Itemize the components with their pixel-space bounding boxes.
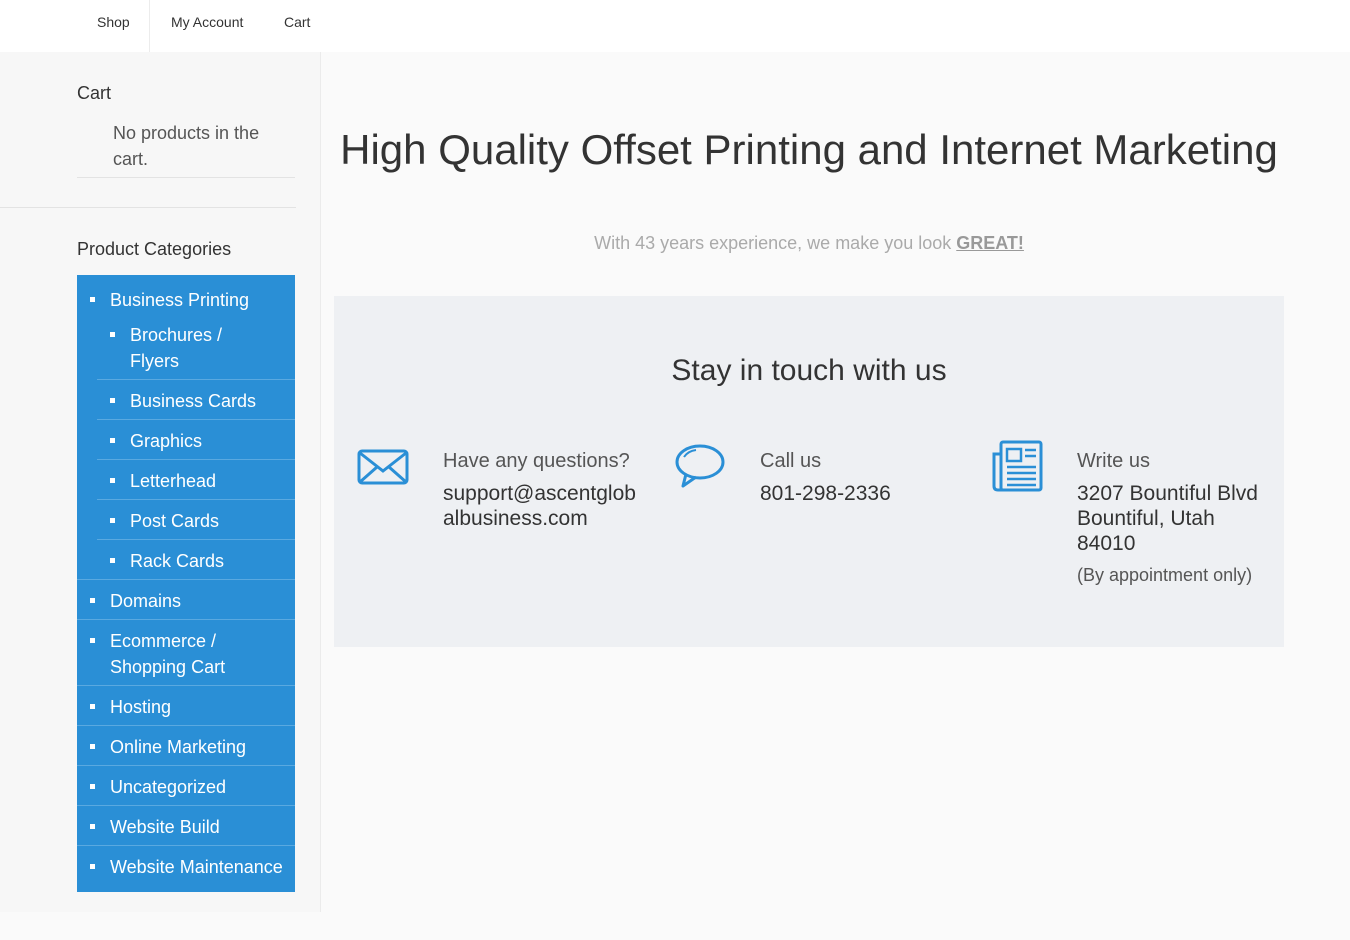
envelope-icon: [357, 449, 409, 485]
category-divider: [97, 419, 295, 420]
category-hosting[interactable]: Hosting: [110, 694, 171, 720]
sidebar: Cart No products in the cart. Product Ca…: [0, 52, 321, 912]
category-rack-cards[interactable]: Rack Cards: [130, 548, 224, 574]
address-line-3: 84010: [1077, 532, 1136, 555]
category-divider: [77, 579, 295, 580]
newspaper-icon: [992, 440, 1043, 492]
list-bullet: [90, 598, 95, 603]
category-divider: [97, 379, 295, 380]
top-navigation: Shop My Account Cart: [0, 0, 1350, 52]
nav-cart-link[interactable]: Cart: [284, 14, 310, 30]
category-divider: [77, 765, 295, 766]
list-bullet: [90, 864, 95, 869]
category-divider: [97, 539, 295, 540]
category-website-maintenance[interactable]: Website Maintenance: [110, 854, 283, 880]
category-graphics[interactable]: Graphics: [130, 428, 202, 454]
address-note: (By appointment only): [1077, 565, 1253, 585]
list-bullet: [110, 558, 115, 563]
category-website-build[interactable]: Website Build: [110, 814, 220, 840]
hero-subtitle-highlight: GREAT!: [956, 233, 1024, 253]
category-divider: [77, 845, 295, 846]
category-divider: [77, 685, 295, 686]
list-bullet: [110, 438, 115, 443]
category-business-printing[interactable]: Business Printing: [110, 287, 249, 313]
hero-title: High Quality Offset Printing and Interne…: [340, 126, 1278, 173]
list-bullet: [90, 638, 95, 643]
category-divider: [77, 725, 295, 726]
nav-my-account-link[interactable]: My Account: [171, 14, 243, 30]
contact-panel: Stay in touch with us Have any questions…: [334, 296, 1284, 647]
list-bullet: [90, 297, 95, 302]
list-bullet: [110, 398, 115, 403]
category-list: Business Printing Brochures / Flyers Bus…: [77, 275, 295, 892]
category-divider: [77, 805, 295, 806]
email-label: Have any questions?: [443, 450, 630, 472]
phone-link[interactable]: 801-298-2336: [760, 481, 891, 506]
address-line-2: Bountiful, Utah: [1077, 507, 1215, 530]
widget-divider: [0, 207, 296, 208]
categories-widget-title: Product Categories: [77, 239, 232, 259]
list-bullet: [110, 478, 115, 483]
category-online-marketing[interactable]: Online Marketing: [110, 734, 246, 760]
category-uncategorized[interactable]: Uncategorized: [110, 774, 226, 800]
category-business-cards[interactable]: Business Cards: [130, 388, 256, 414]
phone-label: Call us: [760, 450, 822, 472]
category-divider: [97, 459, 295, 460]
address-line-1: 3207 Bountiful Blvd: [1077, 482, 1258, 505]
cart-divider: [77, 177, 295, 178]
list-bullet: [110, 332, 115, 337]
list-bullet: [90, 704, 95, 709]
hero-subtitle-text: With 43 years experience, we make you lo…: [594, 233, 957, 253]
list-bullet: [90, 784, 95, 789]
category-domains[interactable]: Domains: [110, 588, 181, 614]
category-divider: [77, 619, 295, 620]
list-bullet: [110, 518, 115, 523]
contact-title: Stay in touch with us: [671, 354, 947, 387]
category-post-cards[interactable]: Post Cards: [130, 508, 219, 534]
category-brochures-flyers[interactable]: Brochures / Flyers: [130, 322, 270, 374]
hero-subtitle: With 43 years experience, we make you lo…: [334, 233, 1284, 254]
category-letterhead[interactable]: Letterhead: [130, 468, 216, 494]
list-bullet: [90, 744, 95, 749]
cart-empty-message: No products in the cart.: [113, 123, 260, 169]
address-label: Write us: [1077, 450, 1150, 472]
nav-shop-link[interactable]: Shop: [97, 14, 130, 30]
cart-widget-title: Cart: [77, 83, 112, 103]
email-link[interactable]: support@ascentglobalbusiness.com: [443, 481, 643, 531]
speech-bubble-icon: [675, 444, 725, 488]
list-bullet: [90, 824, 95, 829]
category-divider: [97, 499, 295, 500]
category-ecommerce-shopping-cart[interactable]: Ecommerce / Shopping Cart: [110, 628, 270, 680]
nav-divider: [149, 0, 150, 52]
